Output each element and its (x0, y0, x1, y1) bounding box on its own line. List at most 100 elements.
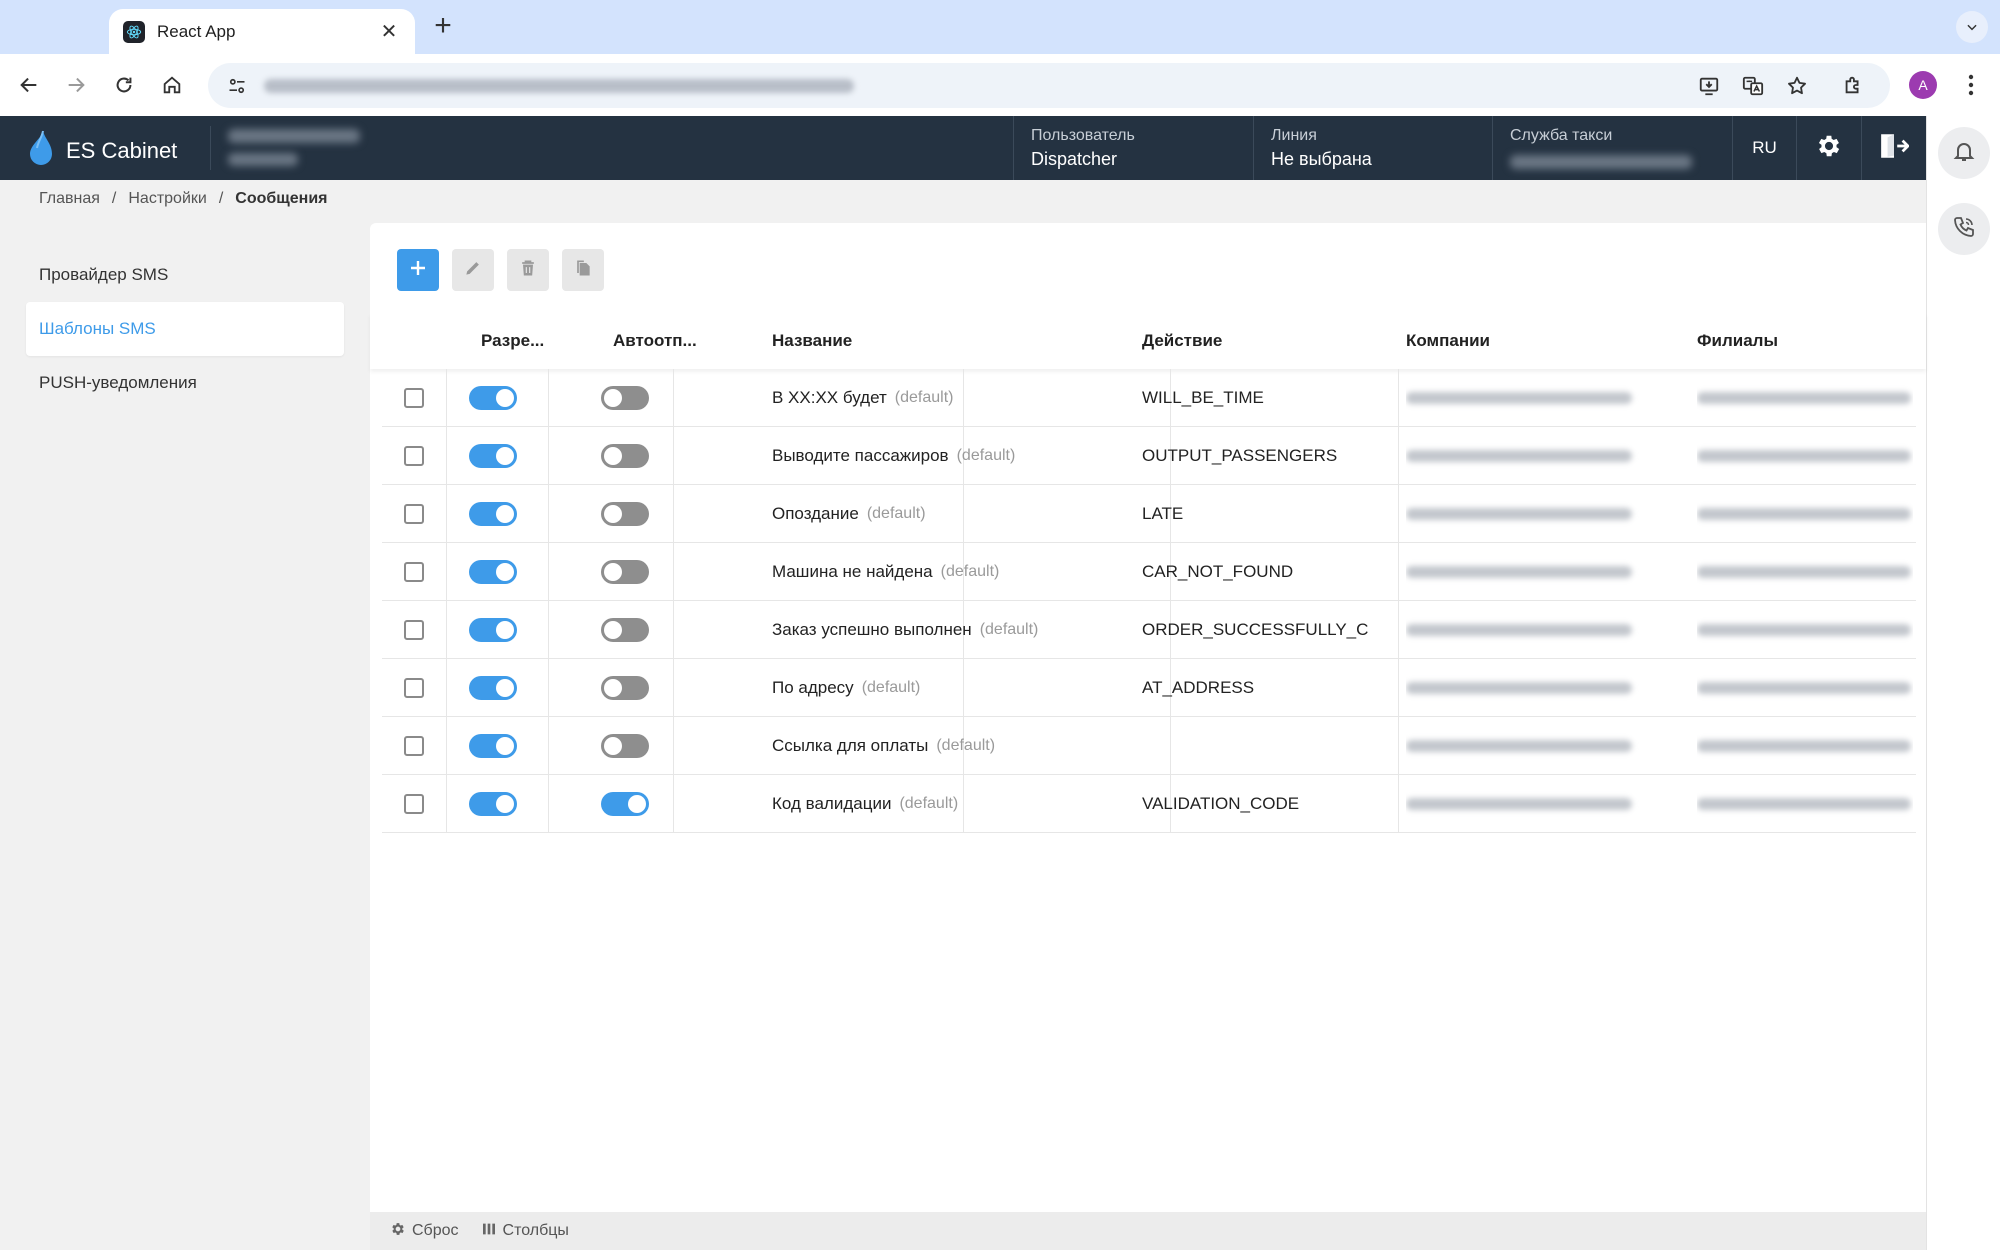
enabled-toggle[interactable] (469, 444, 517, 468)
toggle-knob (496, 389, 514, 407)
default-tag: (default) (861, 679, 921, 696)
row-checkbox[interactable] (404, 620, 424, 640)
profile-avatar[interactable]: A (1909, 71, 1937, 99)
branches-redacted (1697, 624, 1911, 636)
table-row[interactable]: Код валидации (default) VALIDATION_CODE (382, 775, 1916, 833)
table-header: Разре... Автоотп... Название Действие Ко… (370, 313, 1926, 369)
browser-tab[interactable]: React App ✕ (109, 9, 415, 54)
column-divider (673, 543, 674, 601)
notifications-button[interactable] (1938, 127, 1990, 179)
toggle-knob (496, 563, 514, 581)
action-code: LATE (1142, 504, 1184, 523)
auto-send-toggle[interactable] (601, 386, 649, 410)
auto-send-toggle[interactable] (601, 618, 649, 642)
right-rail (1926, 116, 2000, 1250)
auto-send-toggle[interactable] (601, 734, 649, 758)
language-button[interactable]: RU (1732, 116, 1796, 180)
sidebar-item-push-notifications[interactable]: PUSH-уведомления (26, 356, 344, 410)
columns-button[interactable]: Столбцы (481, 1221, 569, 1242)
user-field[interactable]: Пользователь Dispatcher (1013, 116, 1253, 180)
new-tab-button[interactable]: + (428, 10, 458, 42)
row-checkbox[interactable] (404, 562, 424, 582)
settings-button[interactable] (1796, 116, 1861, 180)
column-header-branches[interactable]: Филиалы (1697, 313, 1778, 369)
translate-icon[interactable] (1740, 73, 1766, 99)
table-row[interactable]: В XX:XX будет (default) WILL_BE_TIME (382, 369, 1916, 427)
template-name: По адресу (772, 678, 854, 697)
table-row[interactable]: Опоздание (default) LATE (382, 485, 1916, 543)
tab-search-chevron-icon[interactable] (1956, 11, 1988, 43)
breadcrumb-home[interactable]: Главная (39, 190, 100, 208)
time-redacted (228, 153, 298, 166)
column-header-action[interactable]: Действие (1142, 313, 1222, 369)
column-divider (548, 775, 549, 833)
auto-send-toggle[interactable] (601, 502, 649, 526)
name-cell: Код валидации (default) (772, 775, 1142, 833)
branches-cell (1697, 485, 1913, 543)
companies-redacted (1406, 624, 1632, 636)
breadcrumb-settings[interactable]: Настройки (128, 190, 206, 208)
forward-arrow-icon[interactable] (59, 68, 93, 102)
table-row[interactable]: Ссылка для оплаты (default) (382, 717, 1916, 775)
name-cell: Заказ успешно выполнен (default) (772, 601, 1142, 659)
sidebar-item-sms-provider[interactable]: Провайдер SMS (26, 248, 344, 302)
taxi-service-field[interactable]: Служба такси (1492, 116, 1732, 180)
enabled-toggle[interactable] (469, 792, 517, 816)
app-logo[interactable]: ES Cabinet (28, 130, 177, 171)
gear-small-icon (390, 1221, 406, 1242)
sidebar-item-label: Провайдер SMS (39, 265, 169, 284)
table-toolbar (397, 249, 604, 291)
column-header-auto[interactable]: Автоотп... (613, 313, 697, 369)
enabled-toggle[interactable] (469, 560, 517, 584)
row-checkbox[interactable] (404, 504, 424, 524)
enabled-toggle[interactable] (469, 502, 517, 526)
column-header-companies[interactable]: Компании (1406, 313, 1490, 369)
logout-button[interactable] (1861, 116, 1926, 180)
column-header-name[interactable]: Название (772, 313, 852, 369)
row-checkbox[interactable] (404, 736, 424, 756)
table-row[interactable]: Выводите пассажиров (default) OUTPUT_PASSE… (382, 427, 1916, 485)
copy-button[interactable] (562, 249, 604, 291)
auto-send-toggle[interactable] (601, 560, 649, 584)
delete-button[interactable] (507, 249, 549, 291)
bookmark-star-icon[interactable] (1784, 73, 1810, 99)
action-cell: OUTPUT_PASSENGERS (1142, 427, 1368, 485)
phone-button[interactable] (1938, 203, 1990, 255)
extensions-puzzle-icon[interactable] (1836, 68, 1870, 102)
auto-send-toggle[interactable] (601, 444, 649, 468)
auto-send-toggle[interactable] (601, 792, 649, 816)
sidebar-item-sms-templates[interactable]: Шаблоны SMS (26, 302, 344, 356)
table-row[interactable]: Заказ успешно выполнен (default) ORDER_SUC… (382, 601, 1916, 659)
back-arrow-icon[interactable] (12, 68, 46, 102)
edit-button[interactable] (452, 249, 494, 291)
reload-icon[interactable] (107, 68, 141, 102)
home-icon[interactable] (155, 68, 189, 102)
enabled-toggle[interactable] (469, 676, 517, 700)
companies-cell (1406, 543, 1646, 601)
row-checkbox[interactable] (404, 388, 424, 408)
row-checkbox[interactable] (404, 678, 424, 698)
column-divider (673, 775, 674, 833)
auto-send-toggle[interactable] (601, 676, 649, 700)
install-app-icon[interactable] (1696, 73, 1722, 99)
column-divider (1398, 369, 1399, 427)
row-checkbox[interactable] (404, 794, 424, 814)
row-checkbox[interactable] (404, 446, 424, 466)
tab-close-icon[interactable]: ✕ (377, 19, 401, 44)
enabled-toggle[interactable] (469, 734, 517, 758)
add-button[interactable] (397, 249, 439, 291)
site-settings-icon[interactable] (222, 76, 252, 96)
table-row[interactable]: Машина не найдена (default) CAR_NOT_FOUND (382, 543, 1916, 601)
column-divider (673, 369, 674, 427)
enabled-cell (469, 717, 517, 775)
column-header-enabled[interactable]: Разре... (481, 313, 544, 369)
line-field[interactable]: Линия Не выбрана (1253, 116, 1492, 180)
enabled-toggle[interactable] (469, 618, 517, 642)
browser-menu-icon[interactable] (1956, 68, 1986, 102)
column-divider (446, 659, 447, 717)
table-row[interactable]: По адресу (default) AT_ADDRESS (382, 659, 1916, 717)
reset-button[interactable]: Сброс (390, 1221, 459, 1242)
enabled-toggle[interactable] (469, 386, 517, 410)
row-select-cell (404, 659, 424, 717)
address-bar[interactable] (208, 63, 1890, 108)
